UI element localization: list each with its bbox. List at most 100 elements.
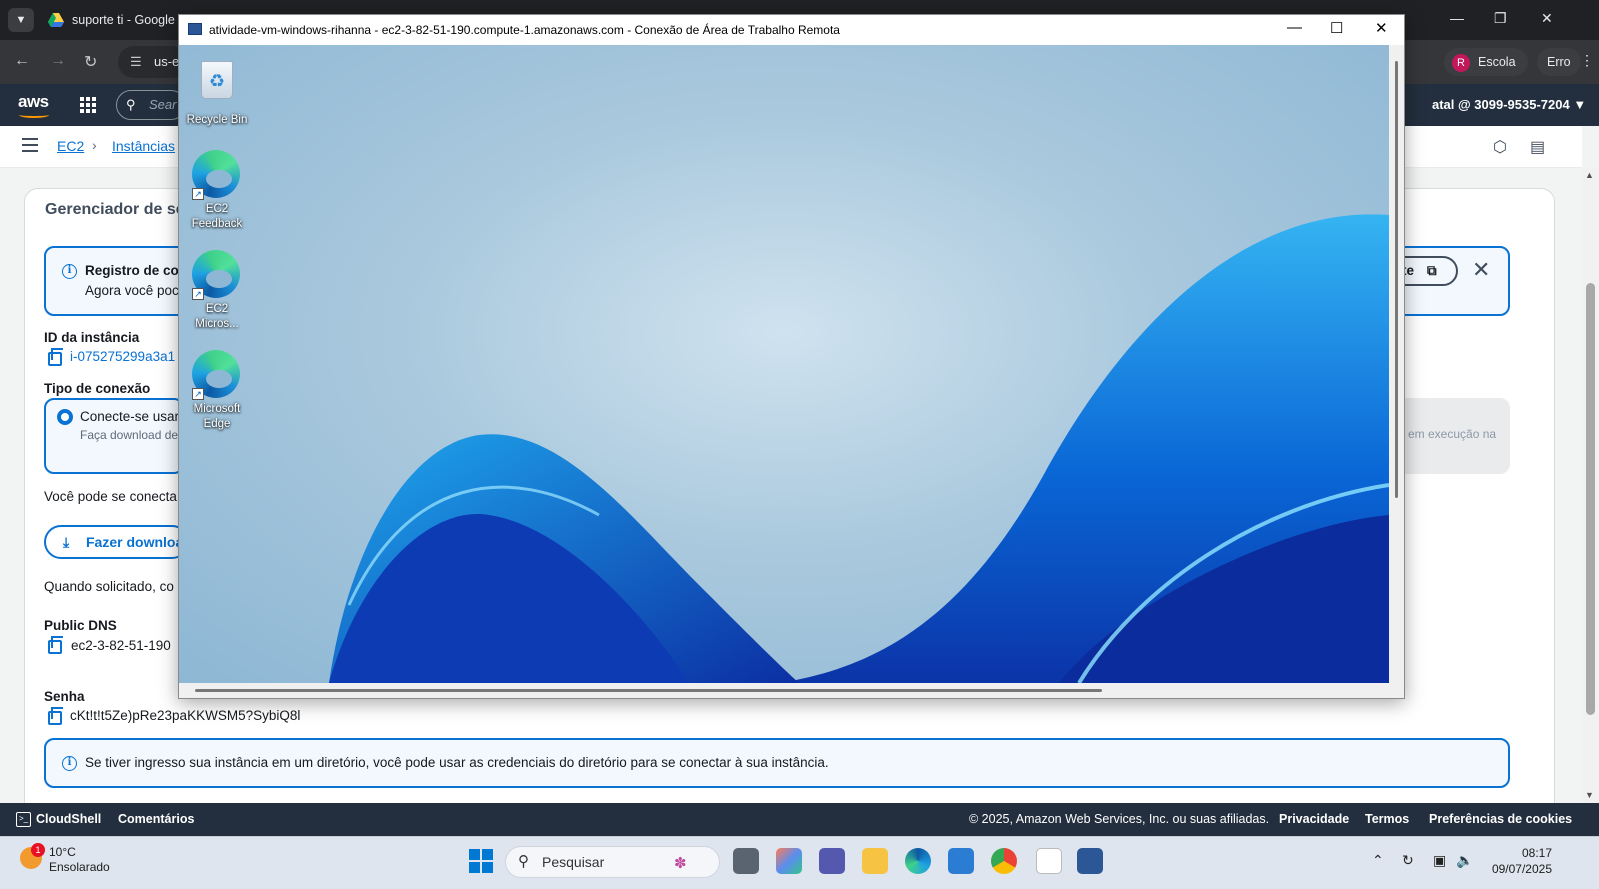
close-icon[interactable]: ✕ (1472, 257, 1490, 283)
terms-link[interactable]: Termos (1365, 812, 1409, 826)
cloudshell-link[interactable]: CloudShell (36, 812, 101, 826)
aws-smile-icon (19, 112, 49, 118)
privacy-link[interactable]: Privacidade (1279, 812, 1349, 826)
breadcrumb-ec2[interactable]: EC2 (57, 138, 84, 154)
page-scrollbar-thumb[interactable] (1586, 283, 1595, 715)
sync-icon[interactable]: ↻ (1402, 852, 1414, 869)
desktop-icon-microsoft-edge[interactable]: ↗ Microsoft Edge (179, 350, 255, 432)
password-value: cKt!t!t5Ze)pRe23paKKWSM5?SybiQ8l (70, 708, 301, 723)
comments-link[interactable]: Comentários (118, 812, 194, 826)
browser-tab[interactable]: suporte ti - Google D (44, 6, 184, 34)
system-clock[interactable]: 08:17 09/07/2025 (1490, 845, 1552, 877)
clock-date: 09/07/2025 (1491, 862, 1552, 876)
maximize-icon[interactable]: ☐ (1330, 19, 1343, 37)
info-icon: i (62, 264, 77, 279)
rdp-horizontal-scrollbar-thumb[interactable] (195, 689, 1102, 692)
copyright-text: © 2025, Amazon Web Services, Inc. ou sua… (969, 812, 1270, 826)
error-button[interactable]: Erro (1537, 48, 1581, 76)
edge-icon[interactable] (905, 848, 931, 874)
copy-icon[interactable] (48, 707, 63, 725)
chrome-icon[interactable] (991, 848, 1017, 874)
rdp-vertical-scrollbar-thumb[interactable] (1395, 61, 1398, 498)
file-explorer-icon[interactable] (862, 848, 888, 874)
address-text: us-e (154, 54, 180, 69)
browser-minimize-icon[interactable]: — (1450, 10, 1464, 26)
download-button-label: Fazer downloa (86, 534, 184, 550)
remote-desktop-window[interactable]: atividade-vm-windows-rihanna - ec2-3-82-… (178, 14, 1405, 699)
public-dns-label: Public DNS (44, 618, 117, 633)
directory-note: Se tiver ingresso sua instância em um di… (85, 755, 829, 770)
taskbar-search-input[interactable]: ⚲ Pesquisar ✽ (505, 846, 720, 878)
google-drive-icon (48, 13, 64, 27)
back-arrow-icon[interactable]: ← (14, 52, 30, 70)
teams-icon[interactable] (819, 848, 845, 874)
public-dns-value: ec2-3-82-51-190 (71, 638, 171, 653)
connection-option-card-2[interactable]: em execução na (1395, 398, 1510, 474)
radio-selected[interactable] (57, 409, 73, 425)
rdp-window-title: atividade-vm-windows-rihanna - ec2-3-82-… (209, 23, 840, 37)
store-icon[interactable] (948, 848, 974, 874)
aws-search-placeholder: Sear (149, 97, 177, 112)
desktop-icon-label: Edge (203, 418, 231, 430)
connection-type-label: Tipo de conexão (44, 381, 151, 396)
desktop-icon-label: Micros... (195, 318, 239, 330)
menu-icon[interactable] (22, 138, 38, 152)
aws-search-input[interactable]: ⚲ Sear (116, 90, 186, 120)
windows-start-icon[interactable] (469, 849, 493, 873)
connection-option-title: Conecte-se usar (80, 409, 180, 424)
browser-close-icon[interactable]: ✕ (1541, 10, 1553, 27)
remote-desktop-wallpaper[interactable]: ♻ Recycle Bin ↗ EC2 Feedback ↗ EC2 Micro… (179, 45, 1389, 683)
profile-button[interactable]: R Escola (1444, 48, 1528, 76)
tray-chevron-icon[interactable]: ⌃ (1372, 852, 1384, 869)
shortcut-arrow-icon: ↗ (192, 388, 204, 400)
chrome-profile-icon[interactable] (1036, 848, 1062, 874)
cookie-preferences-link[interactable]: Preferências de cookies (1429, 812, 1572, 826)
weather-temp[interactable]: 10°C (49, 845, 76, 859)
task-view-icon[interactable] (733, 848, 759, 874)
cloudshell-icon[interactable]: >_ (16, 812, 31, 827)
browser-tab-title: suporte ti - Google D (72, 13, 184, 27)
volume-icon[interactable]: 🔈 (1456, 852, 1473, 869)
desktop-icon-ec2-feedback[interactable]: ↗ EC2 Feedback (179, 150, 255, 232)
instance-id-value[interactable]: i-075275299a3a1 (70, 349, 175, 364)
breadcrumb-instances[interactable]: Instâncias (112, 138, 175, 154)
scroll-down-icon[interactable]: ▼ (1585, 790, 1594, 800)
reload-icon[interactable]: ↻ (84, 52, 97, 72)
copilot-icon[interactable] (776, 848, 802, 874)
desktop-icon-label: EC2 (205, 203, 229, 215)
forward-arrow-icon[interactable]: → (50, 52, 66, 70)
account-menu[interactable]: atal @ 3099-9535-7204 ▼ (1432, 97, 1586, 112)
browser-menu-icon[interactable]: ⋮ (1580, 52, 1594, 69)
profile-label: Escola (1478, 55, 1516, 69)
copy-icon[interactable] (48, 636, 63, 654)
browser-restore-icon[interactable]: ❐ (1494, 10, 1507, 27)
password-label: Senha (44, 689, 85, 704)
desktop-icon-recycle-bin[interactable]: ♻ Recycle Bin (179, 55, 255, 128)
rdp-app-icon (188, 23, 202, 35)
desktop-icon-label: Feedback (191, 218, 243, 230)
remote-desktop-icon[interactable] (1077, 848, 1103, 874)
windows-bloom-wallpaper (329, 214, 1389, 683)
weather-desc[interactable]: Ensolarado (49, 860, 110, 874)
close-icon[interactable]: ✕ (1375, 19, 1388, 37)
connect-text: Você pode se conecta (44, 489, 177, 504)
aws-logo-text: aws (18, 92, 49, 111)
desktop-icon-ec2-microsoft[interactable]: ↗ EC2 Micros... (179, 250, 255, 332)
connection-option-sub: Faça download de (80, 428, 179, 442)
aws-logo[interactable]: aws (18, 92, 49, 118)
site-info-icon[interactable]: ☰ (130, 46, 142, 78)
clock-time: 08:17 (1521, 846, 1552, 860)
download-icon: ⤓ (63, 534, 70, 550)
rdp-titlebar[interactable]: atividade-vm-windows-rihanna - ec2-3-82-… (179, 15, 1404, 45)
feedback-icon[interactable]: ▤ (1530, 137, 1545, 157)
copy-icon[interactable] (48, 348, 63, 366)
page-title: Gerenciador de se (45, 201, 185, 218)
weather-badge: 1 (31, 843, 45, 857)
download-rdp-button[interactable]: ⤓ Fazer downloa (44, 525, 189, 559)
network-icon[interactable]: ▣ (1433, 852, 1446, 869)
settings-hex-icon[interactable]: ⬡ (1493, 137, 1507, 157)
tab-search-button[interactable]: ▼ (8, 8, 34, 32)
minimize-icon[interactable]: — (1287, 19, 1302, 36)
scroll-up-icon[interactable]: ▲ (1585, 170, 1594, 180)
services-grid-icon[interactable] (80, 97, 96, 113)
